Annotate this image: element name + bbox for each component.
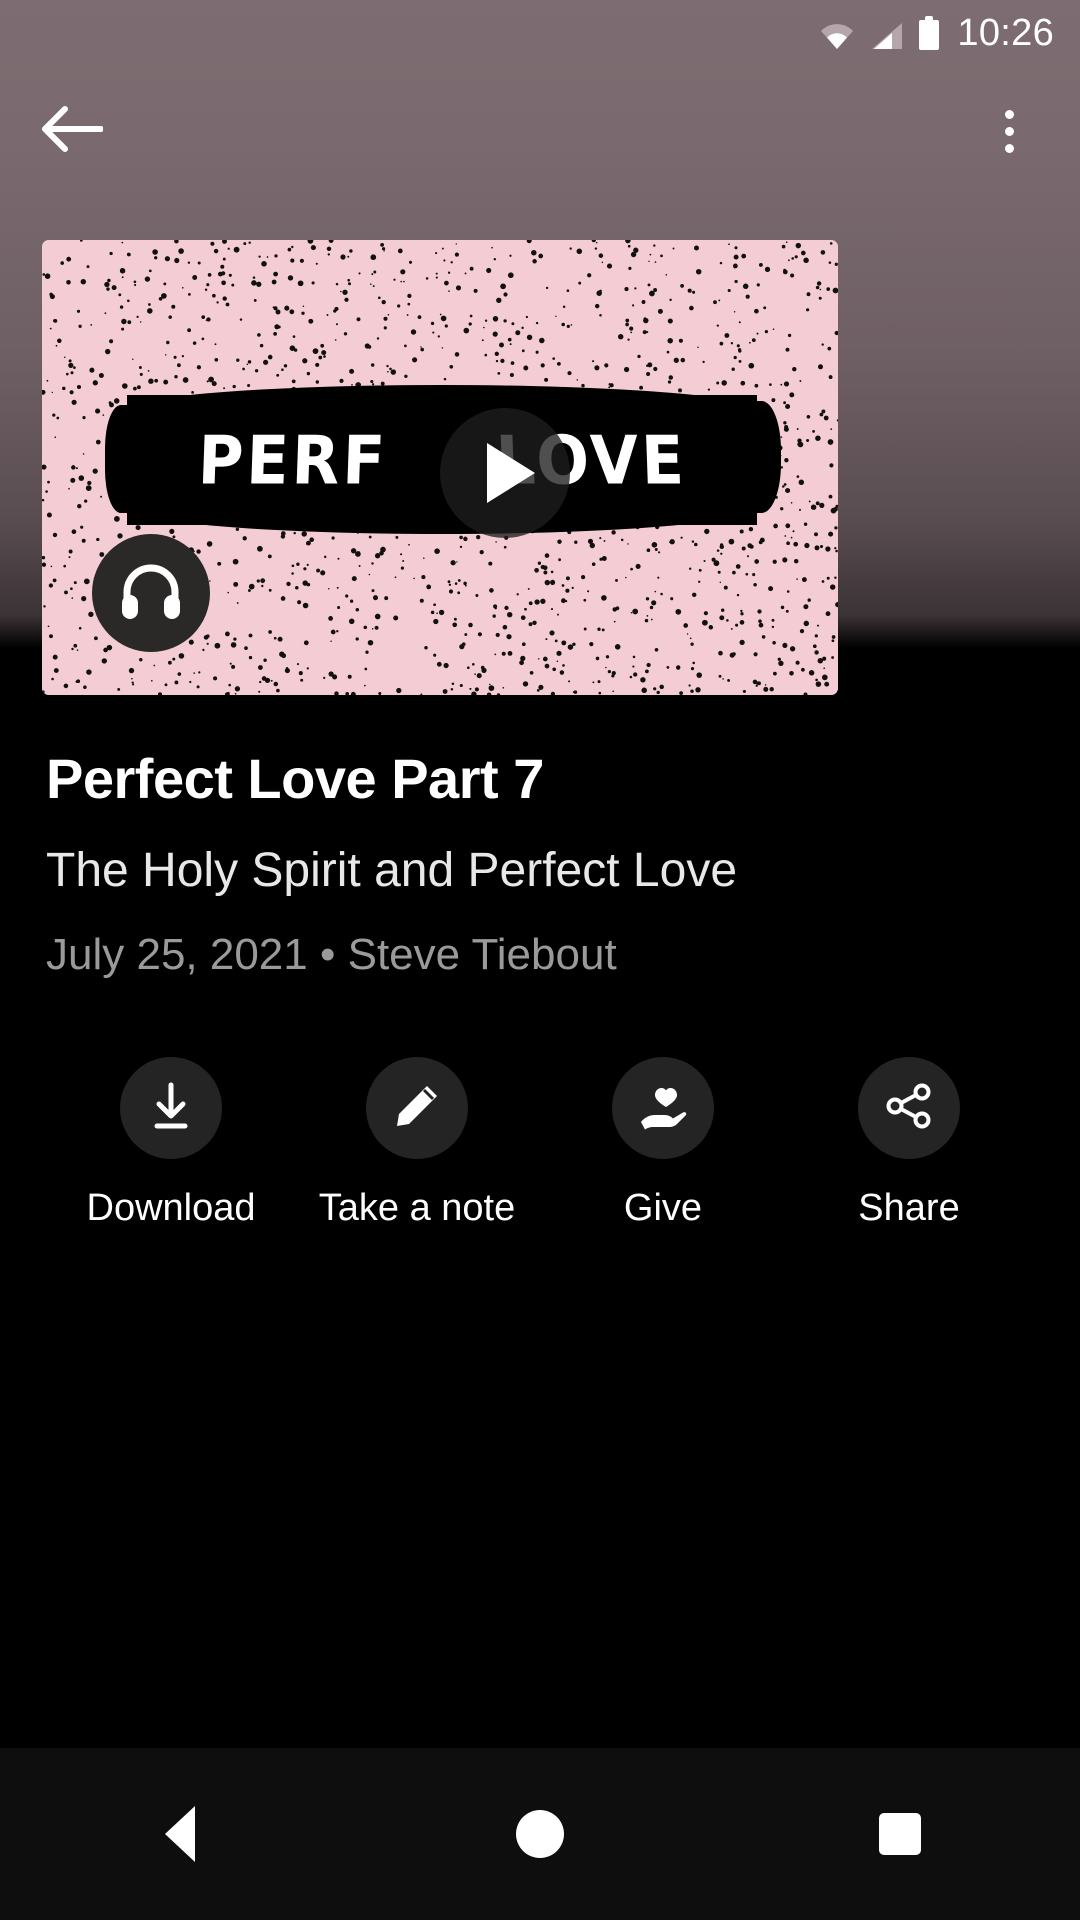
- more-vertical-icon-dot: [1004, 126, 1014, 136]
- overflow-menu-button[interactable]: [974, 91, 1044, 171]
- battery-icon: [919, 16, 940, 50]
- take-a-note-button[interactable]: Take a note: [294, 1057, 540, 1230]
- status-bar: 10:26: [0, 0, 1080, 66]
- nav-home-icon: [516, 1810, 564, 1858]
- share-label: Share: [858, 1187, 960, 1229]
- play-icon: [487, 443, 535, 503]
- wifi-icon: [819, 22, 855, 50]
- action-row: Download Take a note Give Share: [48, 1057, 1032, 1230]
- cellular-signal-icon: [870, 22, 904, 50]
- back-arrow-icon: [41, 105, 104, 157]
- more-vertical-icon-dot: [1004, 143, 1014, 153]
- more-vertical-icon: [1004, 109, 1014, 119]
- pencil-icon: [393, 1082, 441, 1135]
- status-bar-clock: 10:26: [957, 12, 1054, 54]
- app-screen: 10:26 PERF LOVE Perfect Love Part 7 The …: [0, 0, 1080, 1920]
- download-button[interactable]: Download: [48, 1057, 294, 1230]
- status-bar-icons: [819, 16, 940, 50]
- download-icon: [147, 1081, 195, 1136]
- download-button-circle: [120, 1057, 222, 1159]
- nav-recents-icon: [879, 1813, 921, 1855]
- give-label: Give: [623, 1187, 703, 1229]
- android-navigation-bar: [0, 1748, 1080, 1920]
- take-a-note-label: Take a note: [318, 1187, 516, 1229]
- headphones-icon: [119, 562, 183, 625]
- episode-artwork[interactable]: PERF LOVE: [42, 240, 838, 695]
- app-bar: [0, 66, 1080, 196]
- episode-meta: July 25, 2021 • Steve Tiebout: [46, 930, 617, 979]
- nav-back-icon: [165, 1806, 195, 1862]
- share-button-circle: [858, 1057, 960, 1159]
- audio-badge: [92, 534, 210, 652]
- share-button[interactable]: Share: [786, 1057, 1032, 1230]
- episode-subtitle: The Holy Spirit and Perfect Love: [46, 844, 738, 897]
- nav-home-button[interactable]: [465, 1774, 615, 1894]
- play-button[interactable]: [440, 408, 570, 538]
- page-title: Perfect Love Part 7: [46, 747, 544, 810]
- back-button[interactable]: [34, 93, 110, 169]
- artwork-word-left: PERF: [196, 420, 389, 500]
- take-a-note-button-circle: [366, 1057, 468, 1159]
- episode-details: Perfect Love Part 7 The Holy Spirit and …: [0, 695, 1080, 1230]
- nav-back-button[interactable]: [105, 1774, 255, 1894]
- share-icon: [884, 1081, 934, 1136]
- nav-recents-button[interactable]: [825, 1774, 975, 1894]
- give-button[interactable]: Give: [540, 1057, 786, 1230]
- download-label: Download: [86, 1187, 256, 1229]
- hand-heart-icon: [637, 1082, 689, 1135]
- give-button-circle: [612, 1057, 714, 1159]
